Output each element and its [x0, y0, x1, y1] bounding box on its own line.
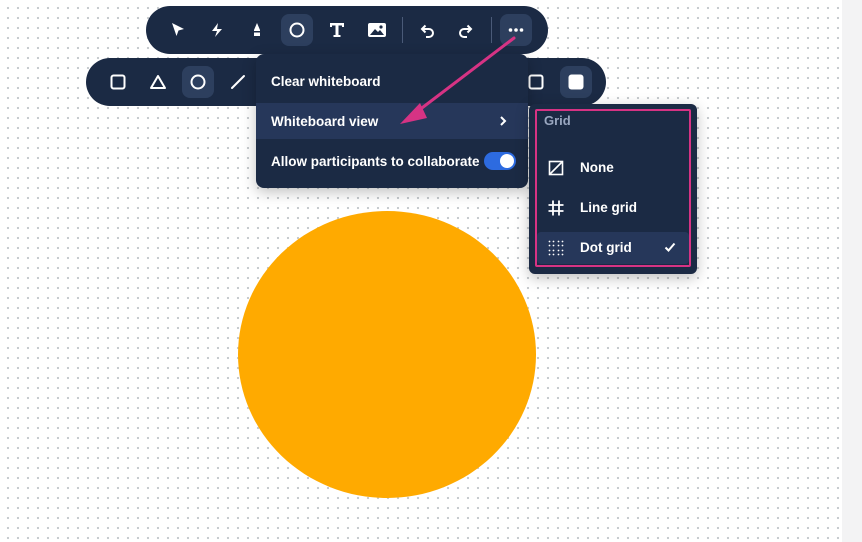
highlighter-tool-button[interactable]: [241, 14, 273, 46]
redo-icon: [459, 24, 473, 38]
toolbar-divider: [402, 17, 403, 43]
select-tool-button[interactable]: [162, 14, 194, 46]
select-icon: [172, 23, 184, 36]
circle-icon: [190, 74, 206, 90]
menu-item-label: Allow participants to collaborate: [271, 153, 480, 169]
orange-circle-shape[interactable]: [238, 211, 536, 498]
text-tool-button[interactable]: [321, 14, 353, 46]
line-shape-button[interactable]: [222, 66, 254, 98]
laser-pointer-tool-button[interactable]: [201, 14, 233, 46]
highlighter-icon: [254, 23, 260, 36]
right-edge-panel: [842, 0, 862, 542]
text-icon: [330, 23, 344, 37]
toggle-knob: [500, 154, 514, 168]
main-toolbar: [146, 6, 548, 54]
allow-collaborate-menu-item[interactable]: Allow participants to collaborate: [256, 143, 528, 179]
whiteboard-view-menu-item[interactable]: Whiteboard view: [256, 103, 528, 139]
circle-shape-button[interactable]: [182, 66, 214, 98]
fill-style-icon: [568, 74, 584, 90]
triangle-icon: [150, 75, 166, 89]
image-tool-button[interactable]: [361, 14, 393, 46]
image-icon: [368, 23, 386, 37]
line-icon: [231, 75, 245, 89]
menu-item-label: Clear whiteboard: [271, 73, 381, 89]
clear-whiteboard-menu-item[interactable]: Clear whiteboard: [256, 63, 528, 99]
redo-button[interactable]: [450, 14, 482, 46]
triangle-shape-button[interactable]: [142, 66, 174, 98]
shape-circle-icon: [289, 22, 305, 38]
rectangle-shape-button[interactable]: [102, 66, 134, 98]
laser-pointer-icon: [212, 23, 222, 37]
toolbar-divider: [491, 17, 492, 43]
menu-item-label: Whiteboard view: [271, 113, 379, 129]
undo-button[interactable]: [411, 14, 443, 46]
more-options-icon: [508, 28, 524, 32]
fill-style-button[interactable]: [560, 66, 592, 98]
undo-icon: [420, 24, 434, 38]
more-options-menu: Clear whiteboard Whiteboard view Allow p…: [256, 54, 528, 188]
more-options-button[interactable]: [500, 14, 532, 46]
rectangle-icon: [110, 74, 126, 90]
shape-tool-button[interactable]: [281, 14, 313, 46]
collaborate-toggle[interactable]: [484, 152, 516, 170]
chevron-right-icon: [500, 116, 507, 126]
stroke-style-icon: [528, 74, 544, 90]
annotation-highlight-box: [535, 109, 691, 267]
